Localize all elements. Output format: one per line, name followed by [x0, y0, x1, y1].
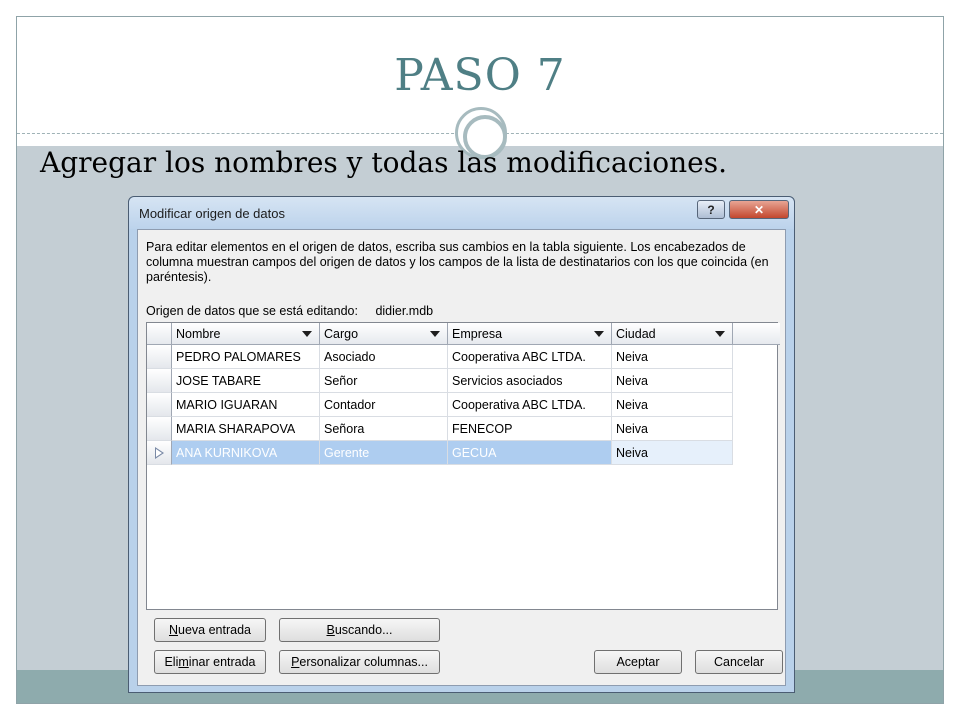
data-grid[interactable]: Nombre Cargo Empresa Ciudad PEDRO PALOMA…: [146, 322, 780, 610]
row-selector[interactable]: [147, 441, 172, 465]
delete-entry-button[interactable]: Eli m inar entrada: [154, 650, 266, 674]
table-row[interactable]: MARIA SHARAPOVA Señora FENECOP Neiva: [147, 417, 733, 441]
row-selector[interactable]: [147, 393, 172, 417]
row-selector[interactable]: [147, 417, 172, 441]
data-source-file: didier.mdb: [375, 304, 434, 318]
grid-rows: PEDRO PALOMARES Asociado Cooperativa ABC…: [147, 345, 733, 465]
close-button[interactable]: ✕: [729, 200, 789, 219]
slide-title: PASO 7: [394, 50, 566, 101]
cell-nombre[interactable]: MARIO IGUARAN: [172, 393, 320, 417]
new-entry-button[interactable]: Nueva entrada: [154, 618, 266, 642]
cell-nombre[interactable]: JOSE TABARE: [172, 369, 320, 393]
column-header-cargo[interactable]: Cargo: [320, 323, 448, 345]
table-row[interactable]: MARIO IGUARAN Contador Cooperativa ABC L…: [147, 393, 733, 417]
data-source-label: Origen de datos que se está editando:: [146, 304, 358, 318]
dialog-title: Modificar origen de datos: [139, 206, 285, 221]
table-row-selected[interactable]: ANA KURNIKOVA Gerente GECUA Neiva: [147, 441, 733, 465]
row-selector[interactable]: [147, 345, 172, 369]
data-source-line: Origen de datos que se está editando: di…: [146, 304, 433, 318]
dropdown-arrow-icon[interactable]: [430, 330, 440, 337]
cell-cargo[interactable]: Gerente: [320, 441, 448, 465]
search-button[interactable]: Buscando...: [279, 618, 440, 642]
modify-data-source-dialog: Modificar origen de datos ? ✕ Para edita…: [128, 196, 795, 693]
cell-empresa[interactable]: FENECOP: [448, 417, 612, 441]
dialog-titlebar[interactable]: Modificar origen de datos ? ✕: [129, 197, 794, 229]
cell-ciudad[interactable]: Neiva: [612, 393, 733, 417]
row-selector[interactable]: [147, 369, 172, 393]
dropdown-arrow-icon[interactable]: [715, 330, 725, 337]
cell-cargo[interactable]: Señora: [320, 417, 448, 441]
cell-ciudad[interactable]: Neiva: [612, 369, 733, 393]
column-header-nombre[interactable]: Nombre: [172, 323, 320, 345]
slide-subtitle: Agregar los nombres y todas las modifica…: [40, 146, 728, 179]
dropdown-arrow-icon[interactable]: [594, 330, 604, 337]
column-header-ciudad[interactable]: Ciudad: [612, 323, 733, 345]
cell-empresa[interactable]: Servicios asociados: [448, 369, 612, 393]
grid-header: Nombre Cargo Empresa Ciudad: [147, 323, 780, 345]
cell-ciudad[interactable]: Neiva: [612, 417, 733, 441]
cell-ciudad[interactable]: Neiva: [612, 345, 733, 369]
column-header-empresa[interactable]: Empresa: [448, 323, 612, 345]
cell-nombre[interactable]: ANA KURNIKOVA: [172, 441, 320, 465]
dropdown-arrow-icon[interactable]: [302, 330, 312, 337]
cell-cargo[interactable]: Señor: [320, 369, 448, 393]
customize-columns-button[interactable]: Personalizar columnas...: [279, 650, 440, 674]
accept-button[interactable]: Aceptar: [594, 650, 682, 674]
table-row[interactable]: PEDRO PALOMARES Asociado Cooperativa ABC…: [147, 345, 733, 369]
cancel-button[interactable]: Cancelar: [695, 650, 783, 674]
cell-nombre[interactable]: MARIA SHARAPOVA: [172, 417, 320, 441]
cell-empresa[interactable]: Cooperativa ABC LTDA.: [448, 345, 612, 369]
select-all-cell[interactable]: [147, 323, 172, 345]
cell-cargo[interactable]: Asociado: [320, 345, 448, 369]
cell-ciudad[interactable]: Neiva: [612, 441, 733, 465]
current-row-pointer-icon: [154, 446, 164, 459]
table-row[interactable]: JOSE TABARE Señor Servicios asociados Ne…: [147, 369, 733, 393]
cell-empresa[interactable]: Cooperativa ABC LTDA.: [448, 393, 612, 417]
header-filler: [733, 323, 780, 345]
dialog-description: Para editar elementos en el origen de da…: [146, 240, 769, 284]
dialog-client-area: Para editar elementos en el origen de da…: [137, 229, 786, 686]
cell-cargo[interactable]: Contador: [320, 393, 448, 417]
cell-nombre[interactable]: PEDRO PALOMARES: [172, 345, 320, 369]
help-button[interactable]: ?: [697, 200, 725, 219]
cell-empresa[interactable]: GECUA: [448, 441, 612, 465]
